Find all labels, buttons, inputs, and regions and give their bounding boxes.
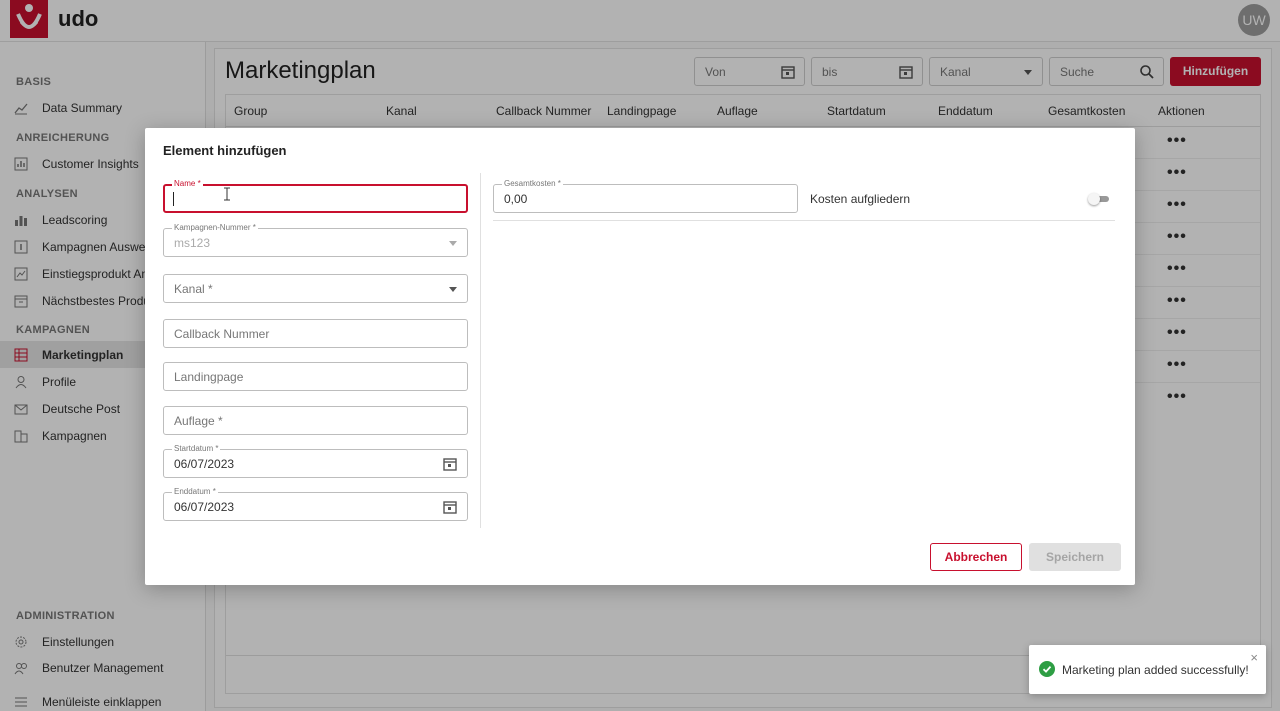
kampagnen-nummer-value: ms123 [174,236,211,250]
cancel-button[interactable]: Abbrechen [930,543,1022,571]
check-circle-icon [1039,661,1055,682]
startdatum-label: Startdatum * [172,443,221,455]
landingpage-placeholder: Landingpage [174,370,244,384]
add-element-dialog: Element hinzufügen Name * Kampagnen-Numm… [145,128,1135,585]
enddatum-value: 06/07/2023 [174,500,235,514]
mouse-cursor [223,187,231,206]
gesamtkosten-label: Gesamtkosten * [502,178,563,190]
calendar-icon[interactable] [442,456,458,477]
kosten-aufgliedern-toggle[interactable] [1088,193,1110,205]
calendar-icon[interactable] [442,499,458,520]
text-caret [173,192,174,206]
startdatum-value: 06/07/2023 [174,457,235,471]
kosten-aufgliedern-label: Kosten aufgliedern [810,192,911,206]
callback-placeholder: Callback Nummer [174,327,270,341]
success-toast: Marketing plan added successfully! × [1029,645,1266,694]
callback-nummer-field[interactable]: Callback Nummer [163,319,468,348]
toast-message: Marketing plan added successfully! [1062,663,1249,677]
kanal-select[interactable]: Kanal * [163,274,468,303]
name-field[interactable]: Name * [163,178,468,213]
chevron-down-icon [449,287,457,292]
kampagnen-nummer-label: Kampagnen-Nummer * [172,222,258,234]
dialog-title: Element hinzufügen [163,143,287,158]
close-icon[interactable]: × [1250,650,1258,665]
gesamtkosten-value: 0,00 [504,192,528,206]
startdatum-field[interactable]: Startdatum * 06/07/2023 [163,443,468,478]
enddatum-field[interactable]: Enddatum * 06/07/2023 [163,486,468,521]
enddatum-label: Enddatum * [172,486,218,498]
chevron-down-icon [449,241,457,246]
kanal-placeholder: Kanal * [174,282,213,296]
kampagnen-nummer-select: Kampagnen-Nummer * ms123 [163,222,468,257]
column-divider [480,173,481,528]
toggle-knob [1088,193,1100,205]
gesamtkosten-field[interactable]: Gesamtkosten * 0,00 [493,178,798,213]
auflage-field[interactable]: Auflage * [163,406,468,435]
auflage-placeholder: Auflage * [174,414,223,428]
landingpage-field[interactable]: Landingpage [163,362,468,391]
section-divider [493,220,1115,221]
name-field-label: Name * [172,178,203,190]
save-button[interactable]: Speichern [1029,543,1121,571]
